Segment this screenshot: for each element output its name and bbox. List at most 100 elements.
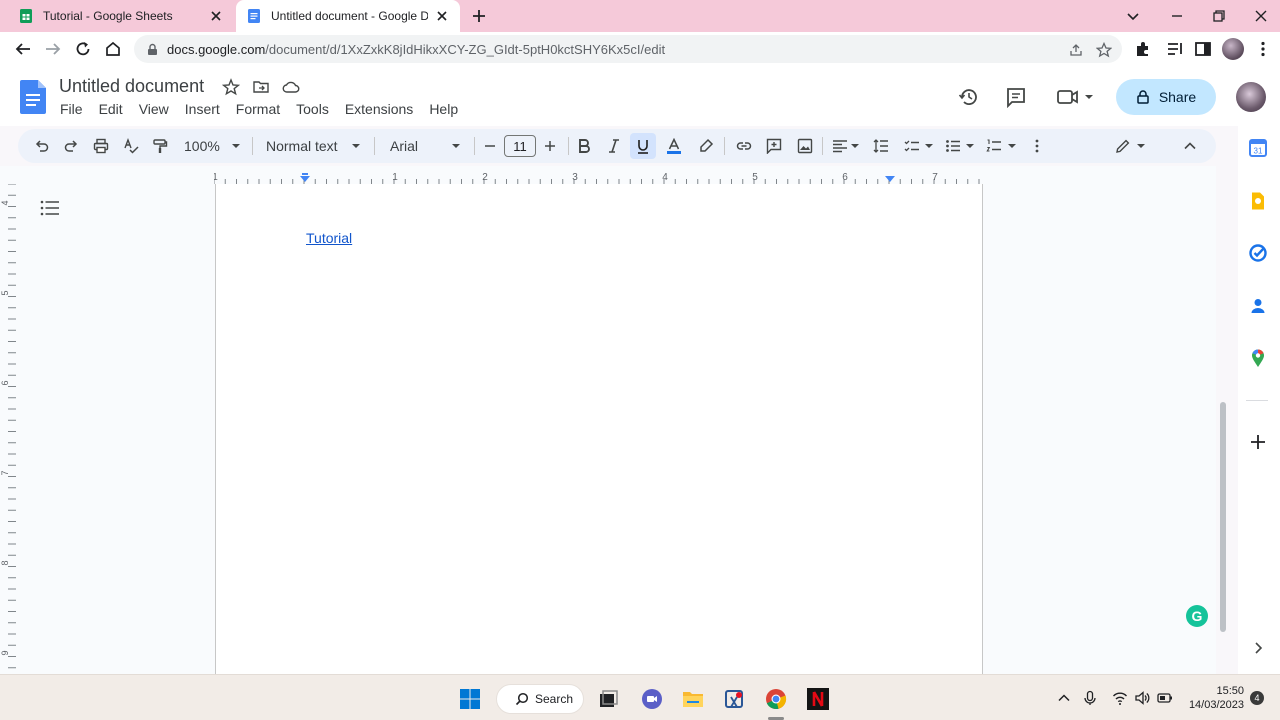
reading-list-icon[interactable]	[1166, 40, 1184, 58]
move-folder-icon[interactable]	[252, 78, 270, 96]
checklist-dropdown-icon[interactable]	[924, 138, 934, 154]
bullet-dropdown-icon[interactable]	[965, 138, 975, 154]
italic-icon[interactable]	[606, 138, 622, 154]
menu-tools[interactable]: Tools	[296, 101, 329, 117]
calendar-icon[interactable]: 31	[1248, 138, 1268, 158]
browser-menu-icon[interactable]	[1254, 40, 1272, 58]
insert-link-icon[interactable]	[736, 138, 752, 154]
notification-badge[interactable]: 4	[1250, 691, 1264, 705]
checklist-icon[interactable]	[904, 138, 920, 154]
task-view-icon[interactable]	[596, 687, 620, 711]
increase-font-size-icon[interactable]	[542, 138, 558, 154]
menu-insert[interactable]: Insert	[185, 101, 220, 117]
system-clock[interactable]: 15:50 14/03/2023	[1186, 684, 1244, 712]
share-button[interactable]: Share	[1116, 79, 1216, 115]
highlight-color-icon[interactable]	[698, 138, 714, 154]
netflix-icon[interactable]	[806, 687, 830, 711]
font-size-input[interactable]: 11	[504, 135, 536, 157]
google-docs-logo-icon[interactable]	[20, 80, 46, 114]
expand-side-panel-chevron-icon[interactable]	[1248, 638, 1268, 658]
paragraph-style-select[interactable]: Normal text	[266, 138, 338, 154]
menu-edit[interactable]: Edit	[99, 101, 123, 117]
undo-icon[interactable]	[34, 138, 50, 154]
add-comment-icon[interactable]	[766, 138, 782, 154]
tasks-icon[interactable]	[1248, 243, 1268, 263]
browser-profile-avatar[interactable]	[1222, 38, 1244, 60]
tab-google-docs[interactable]: Untitled document - Google Docs	[236, 0, 460, 32]
print-icon[interactable]	[93, 138, 109, 154]
share-page-icon[interactable]	[1068, 42, 1084, 58]
get-addons-plus-icon[interactable]	[1248, 432, 1268, 452]
windows-start-icon[interactable]	[458, 687, 482, 711]
bold-icon[interactable]	[576, 138, 592, 154]
file-explorer-icon[interactable]	[681, 687, 705, 711]
account-avatar[interactable]	[1236, 82, 1266, 112]
restore-icon[interactable]	[1210, 7, 1228, 25]
minimize-icon[interactable]	[1168, 7, 1186, 25]
home-icon[interactable]	[104, 40, 122, 58]
font-dropdown-icon[interactable]	[448, 138, 464, 154]
contacts-icon[interactable]	[1248, 296, 1268, 316]
text-color-icon[interactable]	[666, 138, 682, 154]
align-left-icon[interactable]	[832, 138, 848, 154]
document-outline-icon[interactable]	[40, 199, 60, 217]
reload-icon[interactable]	[74, 40, 92, 58]
zoom-dropdown-icon[interactable]	[228, 138, 244, 154]
document-link-tutorial[interactable]: Tutorial	[306, 230, 352, 246]
side-panel-icon[interactable]	[1194, 40, 1212, 58]
tab-search-chevron-icon[interactable]	[1124, 7, 1142, 25]
back-icon[interactable]	[14, 40, 32, 58]
document-page[interactable]: Tutorial	[215, 184, 983, 674]
extensions-icon[interactable]	[1134, 40, 1152, 58]
close-window-icon[interactable]	[1252, 7, 1270, 25]
decrease-font-size-icon[interactable]	[482, 138, 498, 154]
comments-icon[interactable]	[1005, 86, 1027, 108]
style-dropdown-icon[interactable]	[348, 138, 364, 154]
maps-icon[interactable]	[1248, 348, 1268, 368]
taskbar-search[interactable]: Search	[496, 684, 584, 714]
zoom-select[interactable]: 100%	[184, 138, 220, 154]
line-spacing-icon[interactable]	[873, 138, 889, 154]
star-icon[interactable]	[222, 78, 240, 96]
mode-dropdown-icon[interactable]	[1136, 138, 1146, 154]
left-indent-marker[interactable]	[300, 176, 310, 182]
show-hidden-icons-chevron-icon[interactable]	[1056, 690, 1072, 706]
menu-view[interactable]: View	[139, 101, 169, 117]
battery-icon[interactable]	[1157, 690, 1173, 706]
close-tab-icon[interactable]	[434, 8, 450, 24]
keep-icon[interactable]	[1248, 191, 1268, 211]
close-tab-icon[interactable]	[208, 8, 224, 24]
editing-mode-pencil-icon[interactable]	[1115, 138, 1131, 154]
right-indent-marker[interactable]	[885, 176, 895, 182]
more-options-icon[interactable]	[1029, 138, 1045, 154]
grammarly-icon[interactable]: G	[1186, 605, 1208, 627]
snipping-tool-icon[interactable]	[723, 687, 747, 711]
chrome-icon[interactable]	[764, 687, 788, 711]
version-history-icon[interactable]	[958, 86, 980, 108]
numbered-list-icon[interactable]	[986, 138, 1002, 154]
forward-icon[interactable]	[44, 40, 62, 58]
teams-chat-icon[interactable]	[640, 687, 664, 711]
volume-icon[interactable]	[1134, 690, 1150, 706]
address-bar[interactable]: docs.google.com/document/d/1XxZxkK8jIdHi…	[134, 35, 1122, 63]
align-dropdown-icon[interactable]	[850, 138, 860, 154]
new-tab-icon[interactable]	[470, 7, 488, 25]
underline-icon[interactable]	[635, 138, 651, 154]
spellcheck-icon[interactable]	[123, 138, 139, 154]
bulleted-list-icon[interactable]	[945, 138, 961, 154]
meet-call-icon[interactable]	[1056, 86, 1096, 108]
numbered-dropdown-icon[interactable]	[1007, 138, 1017, 154]
lock-icon[interactable]	[146, 43, 159, 56]
document-title[interactable]: Untitled document	[59, 76, 204, 97]
redo-icon[interactable]	[63, 138, 79, 154]
menu-extensions[interactable]: Extensions	[345, 101, 413, 117]
tab-google-sheets[interactable]: Tutorial - Google Sheets	[8, 0, 234, 32]
paint-format-icon[interactable]	[152, 138, 168, 154]
menu-file[interactable]: File	[60, 101, 83, 117]
cloud-saved-icon[interactable]	[282, 78, 300, 96]
insert-image-icon[interactable]	[797, 138, 813, 154]
menu-format[interactable]: Format	[236, 101, 280, 117]
font-select[interactable]: Arial	[390, 138, 418, 154]
bookmark-star-icon[interactable]	[1096, 42, 1112, 58]
wifi-icon[interactable]	[1112, 690, 1128, 706]
